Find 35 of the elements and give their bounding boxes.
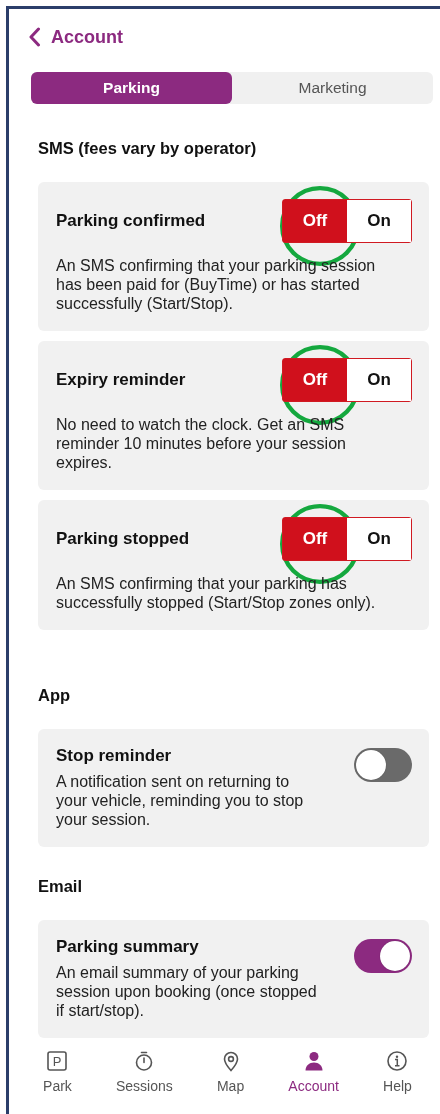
section-heading: Email [38,877,84,896]
off-on-toggle[interactable]: Off On [282,358,412,402]
back-link[interactable]: Account [51,26,123,48]
parking-sign-icon: P [46,1050,69,1072]
info-icon [386,1050,409,1072]
on-option[interactable]: On [347,200,411,242]
tab[interactable]: Marketing [232,72,433,104]
on-option[interactable]: On [347,518,411,560]
nav-item[interactable]: Map [212,1036,249,1096]
back-chevron-icon[interactable] [28,27,41,47]
off-on-toggle[interactable]: Off On [282,517,412,561]
off-option[interactable]: Off [283,518,347,560]
setting-title: Expiry reminder [56,370,186,390]
setting-description: A notification sent on returning to your vehicle, reminding you to stop your session. [56,772,305,829]
off-on-toggle[interactable]: Off On [282,199,412,243]
nav-item[interactable]: Help [379,1036,416,1096]
nav-item[interactable]: Sessions [112,1036,177,1096]
setting-title: Stop reminder [56,746,172,765]
section-heading: App [38,686,72,705]
setting-title: Parking confirmed [56,211,206,231]
setting-title: Parking stopped [56,529,190,549]
tab[interactable]: Parking [31,72,232,104]
toggle-switch[interactable] [354,748,412,782]
person-icon [302,1050,325,1072]
nav-item[interactable]: Account [284,1036,343,1096]
setting-description: An email summary of your parking session upon booking (once stopped if start/stop). [56,963,318,1020]
toggle-switch[interactable] [354,939,412,973]
setting-description: An SMS confirming that your parking session has been paid for (BuyTime) or has started successfully (Start/Stop). [56,256,377,313]
setting-title: Parking summary [56,937,199,956]
off-option[interactable]: Off [283,200,347,242]
nav-item[interactable]: P Park [39,1036,76,1096]
section-heading: SMS (fees vary by operator) [38,139,258,158]
setting-description: An SMS confirming that your parking has successfully stopped (Start/Stop zones only). [56,574,377,612]
off-option[interactable]: Off [283,359,347,401]
on-option[interactable]: On [347,359,411,401]
